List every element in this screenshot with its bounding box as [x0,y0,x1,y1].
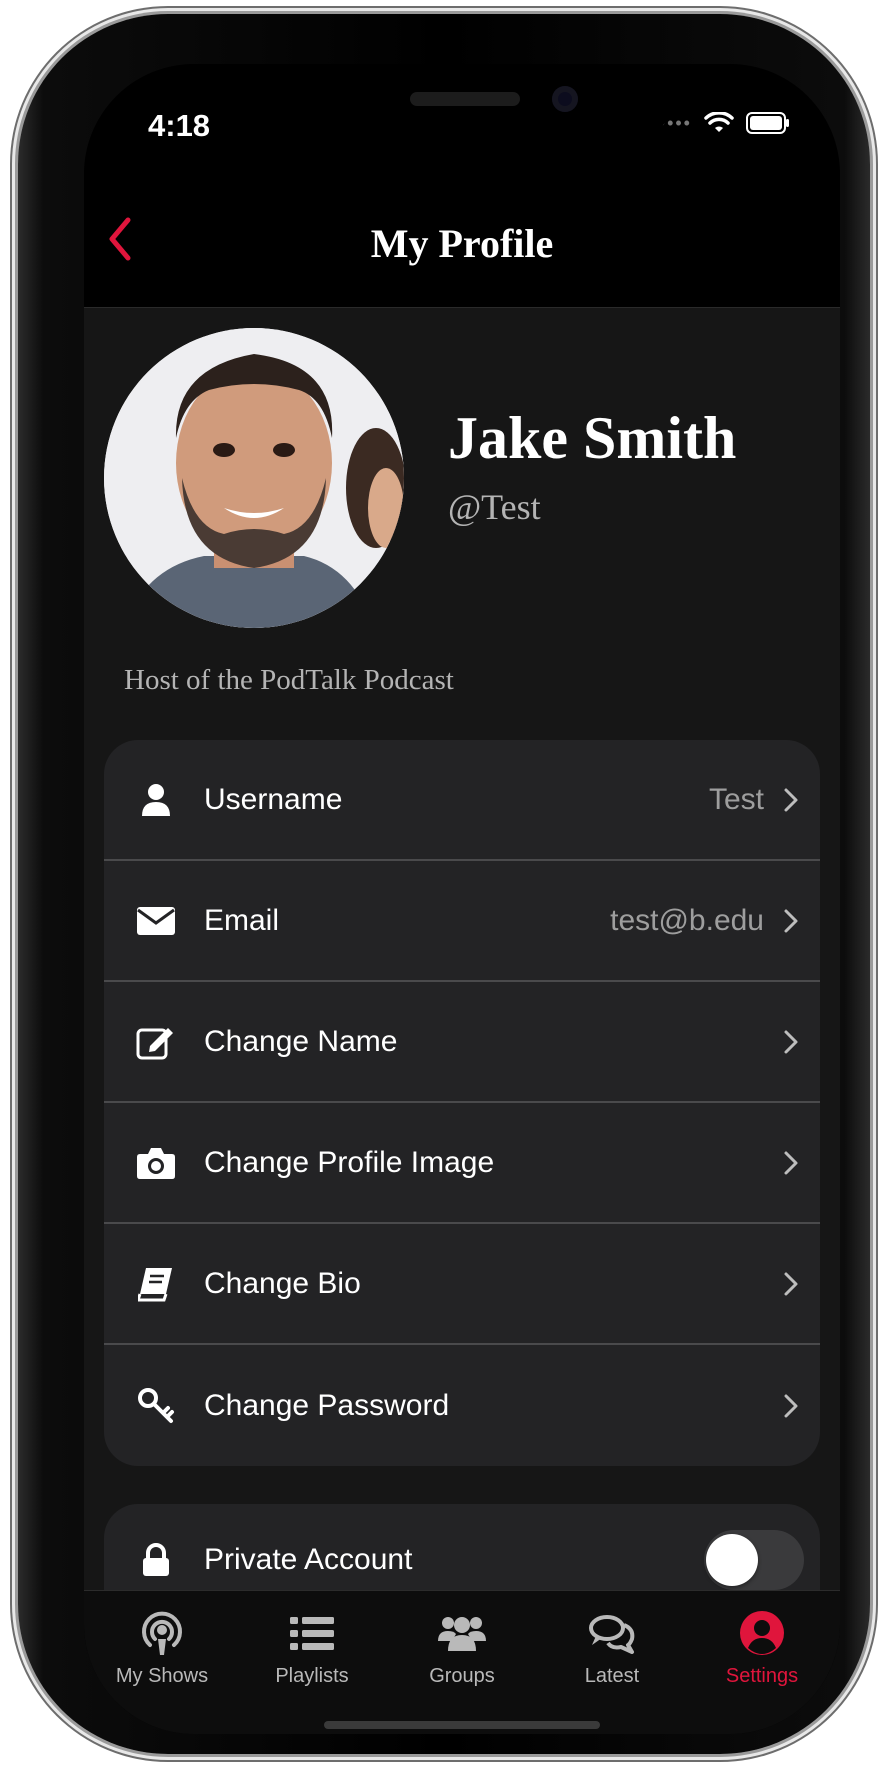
settings-row-label: Change Bio [204,1266,361,1300]
edit-icon [134,1020,178,1064]
chevron-right-icon [784,1030,798,1053]
settings-row-username[interactable]: Username Test [104,740,820,861]
phone-frame: 4:18 •••• My Profile Jake Smith @Test Ho… [18,14,870,1754]
speaker-grille [410,92,520,106]
settings-row-value: test@b.edu [610,903,764,937]
settings-row-label: Username [204,782,343,816]
settings-row-value: Test [708,782,764,816]
tab-bar: My Shows Playlists Groups Latest Setting… [84,1590,840,1734]
book-icon [134,1262,178,1306]
settings-row-change-name[interactable]: Change Name [104,982,820,1103]
list-icon [290,1617,334,1650]
settings-row-change-profile-image[interactable]: Change Profile Image [104,1103,820,1224]
users-icon [438,1617,486,1651]
mute-switch [10,226,16,282]
toggle-knob [706,1534,758,1586]
key-icon [134,1384,178,1428]
settings-row-email[interactable]: Email test@b.edu [104,861,820,982]
tab-label: Playlists [275,1665,349,1687]
battery-icon [746,112,789,134]
settings-row-change-password[interactable]: Change Password [104,1345,820,1466]
settings-row-label: Change Name [204,1024,398,1058]
page-title: My Profile [370,221,554,266]
user-icon [134,778,178,822]
volume-up-button [10,334,16,442]
status-time: 4:18 [148,108,211,143]
profile-name: Jake Smith [448,405,737,471]
settings-row-label: Email [204,903,280,937]
tab-label: Groups [429,1665,495,1687]
camera-icon [134,1141,178,1185]
volume-down-button [10,474,16,582]
account-settings-list: Username Test Email test@b.edu Change Na… [104,740,820,1466]
chevron-right-icon [784,1272,798,1295]
status-icons: •••• [659,112,790,134]
tab-latest[interactable]: Latest [542,1601,682,1701]
private-account-toggle[interactable] [704,1530,804,1590]
tab-groups[interactable]: Groups [392,1601,532,1701]
tab-label: My Shows [115,1665,209,1687]
avatar[interactable] [104,328,404,628]
settings-row-change-bio[interactable]: Change Bio [104,1224,820,1345]
profile-content: Jake Smith @Test Host of the PodTalk Pod… [84,308,840,1590]
front-camera [552,86,578,112]
settings-row-label: Change Profile Image [204,1145,495,1179]
privacy-settings-list: Private Account [104,1504,820,1590]
profile-handle: @Test [448,487,541,527]
settings-row-label: Change Password [204,1388,450,1422]
navigation-bar: My Profile [84,170,840,308]
avatar-photo [104,328,404,628]
settings-row-label: Private Account [204,1543,413,1576]
tab-label: Settings [725,1665,799,1687]
phone-screen: 4:18 •••• My Profile Jake Smith @Test Ho… [84,64,840,1734]
chevron-right-icon [784,1151,798,1174]
chevron-right-icon [784,909,798,932]
lock-icon [134,1538,178,1582]
home-indicator [324,1721,600,1729]
profile-bio: Host of the PodTalk Podcast [124,664,454,696]
comments-icon [589,1615,635,1654]
podcast-icon [142,1611,182,1655]
settings-row-private-account: Private Account [104,1504,820,1590]
envelope-icon [134,899,178,943]
tab-settings[interactable]: Settings [692,1601,832,1701]
chevron-right-icon [784,788,798,811]
tab-playlists[interactable]: Playlists [242,1601,382,1701]
wifi-icon [704,112,734,132]
tab-my-shows[interactable]: My Shows [92,1601,232,1701]
user-circle-icon [740,1611,784,1655]
tab-label: Latest [584,1665,640,1687]
chevron-right-icon [784,1394,798,1417]
notch [252,64,672,140]
